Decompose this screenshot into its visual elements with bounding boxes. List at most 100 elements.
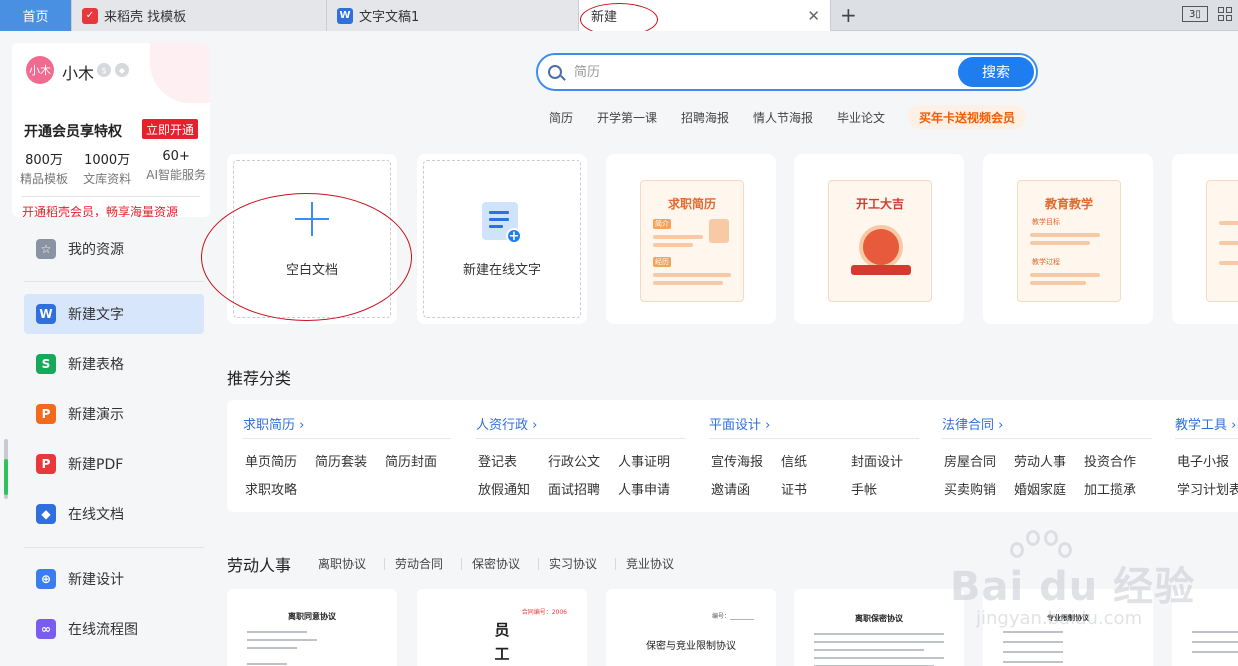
category-item[interactable]: 手帐 [851,479,877,498]
category-item[interactable]: 简历封面 [385,451,437,470]
writer-icon: W [337,7,353,24]
category-head-teaching[interactable]: 教学工具 › [1175,414,1236,433]
category-item[interactable]: 房屋合同 [944,451,996,470]
doc-template-card[interactable]: 合同编号：2006 员 工 [417,589,587,666]
hotword[interactable]: 简历 [549,109,573,126]
category-item[interactable]: 宣传海报 [711,451,763,470]
category-item[interactable]: 求职攻略 [245,479,297,498]
sidebar-item-new-design[interactable]: ⊕ 新建设计 [24,559,204,599]
online-writer-card[interactable]: + 新建在线文字 [417,154,587,324]
scroll-indicator[interactable] [4,439,8,499]
doc-line [1192,651,1238,653]
category-underline [476,438,686,439]
avatar[interactable]: 小木 [26,56,54,84]
doc-title-2: 工 [494,645,510,663]
category-head-label: 法律合同 [942,418,995,433]
labor-tab[interactable]: 劳动合同 [395,555,443,572]
category-item[interactable]: 信纸 [781,451,807,470]
sidebar-item-new-writer[interactable]: W 新建文字 [24,294,204,334]
category-item[interactable]: 单页简历 [245,451,297,470]
category-item[interactable]: 证书 [781,479,807,498]
sidebar-item-label: 我的资源 [68,242,124,258]
category-head-label: 人资行政 [476,418,529,433]
category-item[interactable]: 登记表 [478,451,517,470]
template-line [653,243,693,247]
category-item[interactable]: 加工揽承 [1084,479,1136,498]
sidebar-item-online-doc[interactable]: ◆ 在线文档 [24,494,204,534]
divider [24,547,204,548]
category-item[interactable]: 简历套装 [315,451,367,470]
doc-template-card[interactable]: 编号：________ 保密与竞业限制协议 [606,589,776,666]
stat-value: 1000万 [84,153,131,168]
new-tab-plus-icon[interactable]: + [840,3,857,27]
category-head-resume[interactable]: 求职简历 › [243,414,304,433]
sidebar: 小木 小木 $ ◆ 开通会员享特权 立即开通 800万 精品模板 1000万 文… [0,31,222,666]
stat-label: 文库资料 [83,172,132,186]
vip-open-button[interactable]: 立即开通 [142,119,198,139]
sidebar-item-new-presentation[interactable]: P 新建演示 [24,394,204,434]
hotword[interactable]: 开学第一课 [597,109,657,126]
template-card-resume[interactable]: 求职简历 简介 经历 [606,154,776,324]
category-item[interactable]: 投资合作 [1084,451,1136,470]
category-head-hr[interactable]: 人资行政 › [476,414,537,433]
level-badge-icon: ◆ [115,63,129,77]
category-item[interactable]: 行政公文 [548,451,600,470]
category-item[interactable]: 电子小报 [1177,451,1229,470]
doc-line [1003,661,1063,663]
tab-bar: 首页 ✓ 来稻壳 找模板 W 文字文稿1 新建 ✕ + 3 ▯ [0,0,1238,31]
category-item[interactable]: 封面设计 [851,451,903,470]
category-item[interactable]: 人事申请 [618,479,670,498]
doc-line [1003,631,1063,633]
sidebar-item-new-spreadsheet[interactable]: S 新建表格 [24,344,204,384]
doc-line [1192,641,1238,643]
search-input[interactable] [574,62,954,82]
card-label: 空白文档 [285,263,338,278]
category-item[interactable]: 劳动人事 [1014,451,1066,470]
category-item[interactable]: 面试招聘 [548,479,600,498]
category-item[interactable]: 放假通知 [478,479,530,498]
vip-promo-link[interactable]: 开通稻壳会员，畅享海量资源 [22,203,178,217]
template-card-kaigong[interactable]: 开工大吉 [794,154,964,324]
doc-template-card[interactable]: 离职保密协议 [794,589,964,666]
window-count-icon[interactable]: 3 ▯ [1182,6,1208,22]
labor-tab[interactable]: 实习协议 [549,555,597,572]
blank-document-card[interactable]: 空白文档 [227,154,397,324]
category-head-graphic[interactable]: 平面设计 › [709,414,770,433]
star-icon: ☆ [36,239,56,259]
labor-section-header: 劳动人事 离职协议 劳动合同 保密协议 实习协议 竞业协议 [222,552,1238,576]
category-item[interactable]: 学习计划表 [1177,479,1238,498]
category-item[interactable]: 买卖购销 [944,479,996,498]
category-item[interactable]: 邀请函 [711,479,750,498]
tab-docer-templates[interactable]: ✓ 来稻壳 找模板 [72,0,327,31]
template-line [653,281,723,285]
tab-document-1[interactable]: W 文字文稿1 [327,0,579,31]
template-card-education[interactable]: 教育教学 教学目标 教学过程 [983,154,1153,324]
labor-tab[interactable]: 竞业协议 [626,555,674,572]
vip-promo-badge[interactable]: 买年卡送视频会员 [908,105,1027,129]
labor-tab[interactable]: 离职协议 [318,555,366,572]
sidebar-item-flowchart[interactable]: ∞ 在线流程图 [24,609,204,649]
stat-templates: 800万 精品模板 [20,149,68,187]
hotword[interactable]: 毕业论文 [837,109,885,126]
category-head-label: 教学工具 [1175,418,1228,433]
close-icon[interactable]: ✕ [807,7,820,25]
doc-template-card[interactable]: 专业限制协议 [983,589,1153,666]
template-card-partial[interactable] [1172,154,1238,324]
doc-template-card[interactable] [1172,589,1238,666]
drum-stand [851,265,911,275]
category-item[interactable]: 人事证明 [618,451,670,470]
app-grid-icon[interactable] [1218,7,1232,21]
tab-new[interactable]: 新建 ✕ [579,0,831,31]
hotword[interactable]: 招聘海报 [681,109,729,126]
user-name[interactable]: 小木 [62,60,94,84]
sidebar-item-new-pdf[interactable]: P 新建PDF [24,444,204,484]
hotword[interactable]: 情人节海报 [753,109,813,126]
doc-template-card[interactable]: 离职同意协议 [227,589,397,666]
search-button[interactable]: 搜索 [958,57,1034,87]
sidebar-item-my-resources[interactable]: ☆ 我的资源 [24,229,204,269]
tab-label: 文字文稿1 [359,10,420,25]
labor-tab[interactable]: 保密协议 [472,555,520,572]
category-item[interactable]: 婚姻家庭 [1014,479,1066,498]
category-head-legal[interactable]: 法律合同 › [942,414,1003,433]
tab-home[interactable]: 首页 [0,0,72,31]
